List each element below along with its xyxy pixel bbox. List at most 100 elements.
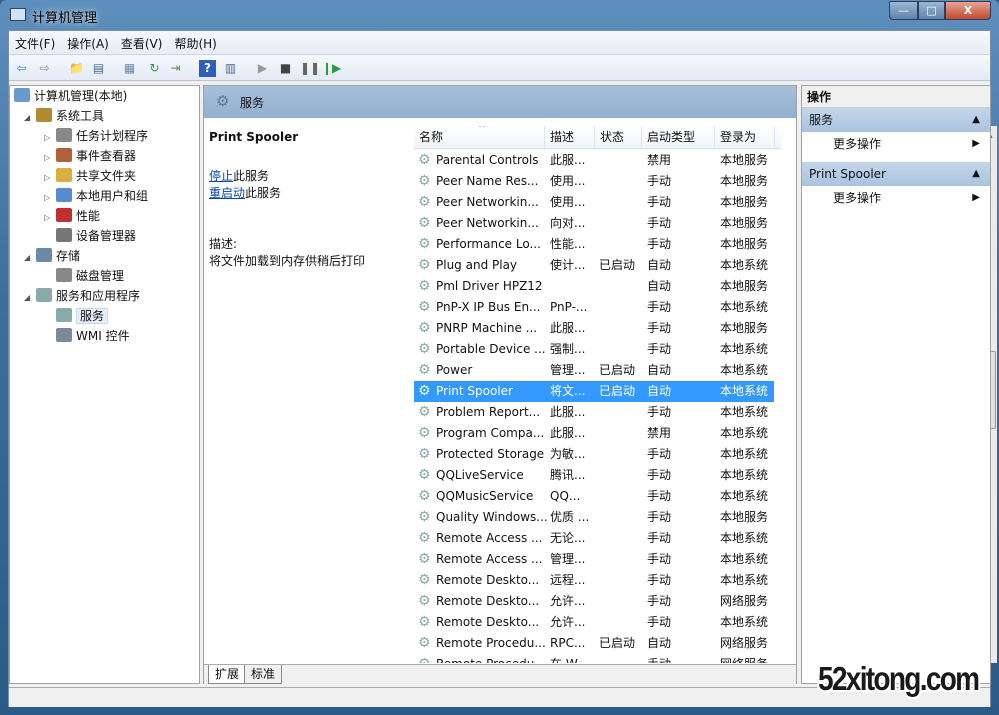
service-row[interactable]: ⚙ Parental Controls 此服... 禁用 本地服务 [414, 150, 774, 171]
startup-type: 禁用 [647, 153, 672, 167]
service-row[interactable]: ⚙ Remote Deskto... 允许... 手动 本地系统 [414, 612, 774, 633]
service-row[interactable]: ⚙ Power 管理... 已启动 自动 本地系统 [414, 360, 774, 381]
tree-item[interactable]: ▷ 事件查看器 [44, 146, 136, 166]
pause-icon[interactable]: ❚❚ [300, 60, 320, 77]
tree-item[interactable]: ▷ 任务计划程序 [44, 126, 148, 146]
properties-icon[interactable]: ▦ [121, 60, 138, 77]
service-row[interactable]: ⚙ Remote Deskto... 远程... 手动 本地系统 [414, 570, 774, 591]
service-row[interactable]: ⚙ PnP-X IP Bus En... PnP-... 手动 本地系统 [414, 297, 774, 318]
service-row[interactable]: ⚙ Plug and Play 使计... 已启动 自动 本地系统 [414, 255, 774, 276]
tree-item[interactable]: WMI 控件 [44, 326, 130, 346]
service-name: Program Compa... [436, 426, 545, 440]
tree-item-label: 磁盘管理 [76, 269, 125, 283]
startup-type: 手动 [647, 195, 672, 209]
tree-item[interactable]: 服务 [44, 306, 109, 326]
minimize-button[interactable]: — [889, 1, 918, 20]
startup-type: 手动 [647, 237, 672, 251]
column-header[interactable]: 启动类型 [642, 126, 715, 149]
more-actions-print-spooler[interactable]: 更多操作 ▶ [802, 186, 990, 216]
stop-service-link[interactable]: 停止 [209, 169, 233, 183]
tree-item[interactable]: ▷ 本地用户和组 [44, 186, 148, 206]
expand-arrow-icon[interactable]: ▷ [44, 128, 56, 148]
tab-extended[interactable]: 扩展 [208, 665, 247, 684]
collapse-icon[interactable]: ▲ [972, 108, 980, 132]
service-row[interactable]: ⚙Remote Procedu...在 W... 手动网络服务 [414, 654, 774, 664]
tree-item[interactable]: ◢ 服务和应用程序 [24, 286, 140, 306]
menu-item[interactable]: 查看(V) [115, 31, 169, 52]
service-description: RPC... [550, 636, 586, 650]
menu-item[interactable]: 文件(F) [9, 31, 61, 52]
service-row[interactable]: ⚙ Remote Procedu... RPC... 已启动 自动 网络服务 [414, 633, 774, 654]
expand-arrow-icon[interactable]: ◢ [24, 288, 36, 308]
tree-item[interactable]: 磁盘管理 [44, 266, 124, 286]
help-icon[interactable]: ? [199, 60, 216, 77]
stop-icon[interactable]: ■ [277, 60, 294, 77]
service-row[interactable]: ⚙ Remote Access ... 管理... 手动 本地系统 [414, 549, 774, 570]
show-hide-tree-icon[interactable]: ▤ [90, 60, 107, 77]
expand-arrow-icon[interactable]: ◢ [24, 248, 36, 268]
resume-icon[interactable]: ❙▶ [322, 60, 341, 77]
up-folder-icon[interactable]: 📁 [68, 60, 85, 77]
menu-item[interactable]: 帮助(H) [168, 31, 222, 52]
service-row[interactable]: ⚙ Peer Name Res... 使用... 手动 本地服务 [414, 171, 774, 192]
service-row[interactable]: ⚙ Problem Report... 此服... 手动 本地系统 [414, 402, 774, 423]
expand-arrow-icon[interactable]: ▷ [44, 208, 56, 228]
back-icon[interactable]: ⇦ [13, 60, 30, 77]
show-hide-action-icon[interactable]: ▥ [222, 60, 239, 77]
more-actions-services[interactable]: 更多操作 ▶ [802, 132, 990, 162]
service-row[interactable]: ⚙ Pml Driver HPZ12 自动 本地服务 [414, 276, 774, 297]
service-description: 腾讯... [550, 468, 586, 482]
refresh-icon[interactable]: ↻ [146, 60, 163, 77]
service-gear-icon: ⚙ [418, 236, 431, 252]
expand-arrow-icon[interactable]: ◢ [24, 108, 36, 128]
menu-item[interactable]: 操作(A) [61, 31, 115, 52]
service-row[interactable]: ⚙ Remote Deskto... 允许... 手动 网络服务 [414, 591, 774, 612]
service-name: Performance Lo... [436, 237, 541, 251]
maximize-button[interactable]: □ [918, 1, 945, 20]
service-description: 使用... [550, 174, 586, 188]
start-icon[interactable]: ▶ [254, 60, 271, 77]
close-button[interactable]: X [945, 1, 991, 20]
actions-section-services[interactable]: 服务 ▲ [802, 108, 990, 132]
service-description: 使计... [550, 258, 586, 272]
expand-arrow-icon[interactable]: ▷ [44, 188, 56, 208]
tab-standard[interactable]: 标准 [244, 665, 283, 684]
service-row[interactable]: ⚙ Peer Networkin... 向对... 手动 本地服务 [414, 213, 774, 234]
tree-item[interactable]: ▷ 共享文件夹 [44, 166, 136, 186]
service-row[interactable]: ⚙ Program Compa... 此服... 禁用 本地系统 [414, 423, 774, 444]
tree-item[interactable]: ◢ 存储 [24, 246, 80, 266]
tree-node-icon [56, 328, 72, 342]
service-row[interactable]: ⚙ Protected Storage 为敏... 手动 本地系统 [414, 444, 774, 465]
startup-type: 手动 [647, 300, 672, 314]
client-area: 文件(F) 操作(A) 查看(V) 帮助(H) ⇦ ⇨ 📁 ▤ ▦ ↻ ⇥? ▥ ▶ ■ ❚❚ ❙▶ 计算机… [8, 30, 997, 707]
service-row[interactable]: ⚙ Print Spooler 将文... 已启动 自动 本地系统 [414, 381, 774, 402]
tree-item[interactable]: 设备管理器 [44, 226, 136, 246]
tree-item[interactable]: ▷ 性能 [44, 206, 100, 226]
export-icon[interactable]: ⇥ [167, 60, 184, 77]
service-row[interactable]: ⚙ Peer Networkin... 使用... 手动 本地服务 [414, 192, 774, 213]
service-row[interactable]: ⚙ QQMusicService QQ... 手动 本地系统 [414, 486, 774, 507]
collapse-icon[interactable]: ▲ [972, 162, 980, 186]
column-header[interactable]: 描述 [545, 126, 595, 149]
column-header[interactable]: 状态 [595, 126, 642, 149]
service-row[interactable]: ⚙ QQLiveService 腾讯... 手动 本地系统 [414, 465, 774, 486]
service-description: 性能... [550, 237, 586, 251]
tree-item[interactable]: ◢ 系统工具 [24, 106, 104, 126]
forward-icon[interactable]: ⇨ [36, 60, 53, 77]
expand-arrow-icon[interactable]: ▷ [44, 168, 56, 188]
startup-type: 手动 [647, 342, 672, 356]
tree-node-icon [56, 148, 72, 162]
service-name: Parental Controls [436, 153, 539, 167]
actions-section-print-spooler[interactable]: Print Spooler ▲ [802, 162, 990, 186]
service-row[interactable]: ⚙ Quality Windows... 优质 ... 手动 本地服务 [414, 507, 774, 528]
expand-arrow-icon[interactable]: ▷ [44, 148, 56, 168]
service-row[interactable]: ⚙ Remote Access ... 无论... 手动 本地系统 [414, 528, 774, 549]
service-row[interactable]: ⚙ PNRP Machine ... 此服... 手动 本地服务 [414, 318, 774, 339]
restart-service-link[interactable]: 重启动 [209, 186, 245, 200]
service-row[interactable]: ⚙ Performance Lo... 性能... 手动 本地服务 [414, 234, 774, 255]
tree-item[interactable]: 计算机管理(本地) [14, 86, 127, 106]
service-row[interactable]: ⚙ Portable Device ... 强制... 手动 本地系统 [414, 339, 774, 360]
column-header[interactable]: 登录为 [715, 126, 775, 149]
log-on-as: 本地系统 [720, 384, 769, 398]
tree-node-icon [36, 288, 52, 302]
